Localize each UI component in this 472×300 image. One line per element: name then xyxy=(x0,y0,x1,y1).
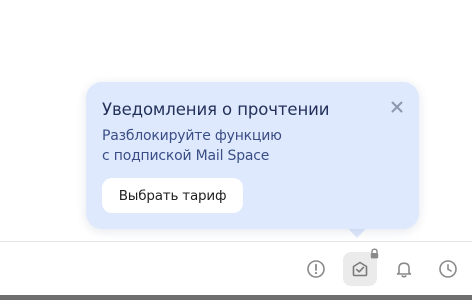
toolbar-divider xyxy=(0,241,472,242)
delayed-send-button[interactable] xyxy=(431,252,465,286)
choose-plan-button[interactable]: Выбрать тариф xyxy=(102,178,243,213)
lock-icon xyxy=(370,248,379,259)
bell-icon xyxy=(396,262,412,278)
popover-title: Уведомления о прочтении xyxy=(102,100,330,119)
read-receipt-icon xyxy=(352,261,368,277)
popover-description-line-1: Разблокируйте функцию xyxy=(102,128,282,144)
important-button[interactable] xyxy=(299,252,333,286)
popover-description-line-2: с подпиской Mail Space xyxy=(102,148,270,164)
close-button[interactable] xyxy=(386,96,408,118)
window-bottom-edge xyxy=(0,295,472,300)
important-icon xyxy=(307,260,325,278)
page: Уведомления о прочтении Разблокируйте фу… xyxy=(0,0,472,300)
popover-description: Разблокируйте функцию с подпиской Mail S… xyxy=(102,126,282,166)
read-receipt-upsell-popover: Уведомления о прочтении Разблокируйте фу… xyxy=(86,82,419,229)
reminder-button[interactable] xyxy=(387,252,421,286)
clock-icon xyxy=(439,260,457,278)
close-icon xyxy=(391,101,403,113)
